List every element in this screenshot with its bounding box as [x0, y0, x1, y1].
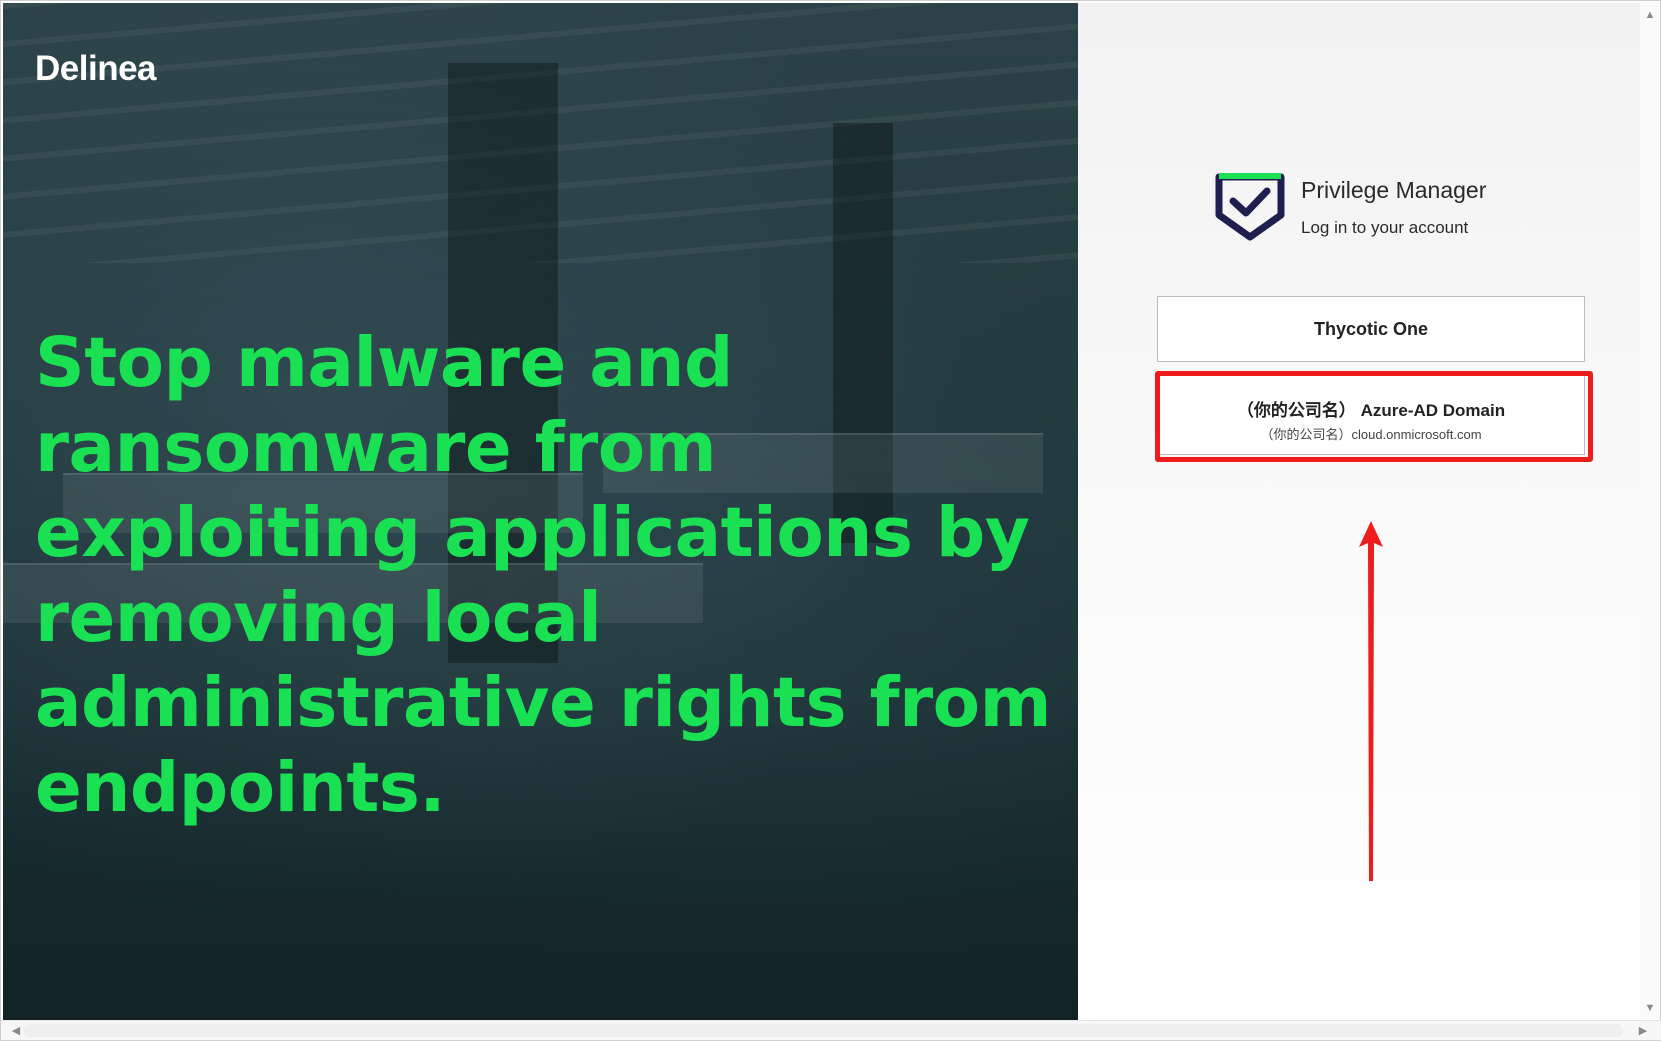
- provider-label: （你的公司名） Azure-AD Domain: [1236, 401, 1506, 420]
- shield-check-icon: [1215, 173, 1285, 241]
- scroll-left-icon[interactable]: ◀: [9, 1024, 23, 1038]
- vertical-scrollbar[interactable]: ▲ ▼: [1640, 1, 1660, 1022]
- provider-domain: （你的公司名）cloud.onmicrosoft.com: [1260, 427, 1482, 442]
- horizontal-scrollbar[interactable]: ◀ ▶: [1, 1020, 1661, 1040]
- scrollbar-thumb[interactable]: [23, 1024, 1623, 1037]
- product-subtitle: Log in to your account: [1301, 218, 1469, 237]
- scroll-up-icon[interactable]: ▲: [1644, 9, 1656, 21]
- hero-panel: Delinea Stop malware and ransomware from…: [3, 3, 1078, 1022]
- provider-label: Thycotic One: [1313, 319, 1429, 339]
- scroll-right-icon[interactable]: ▶: [1636, 1024, 1650, 1038]
- scroll-down-icon[interactable]: ▼: [1644, 1002, 1656, 1014]
- thycotic-one-login-button[interactable]: Thycotic One: [1157, 296, 1585, 362]
- hero-headline: Stop malware and ransomware from exploit…: [35, 323, 1051, 828]
- product-title: Privilege Manager: [1301, 177, 1487, 203]
- delinea-logo: Delinea: [35, 49, 157, 88]
- annotation-arrow-icon: [1359, 521, 1383, 881]
- browser-viewport: Delinea Stop malware and ransomware from…: [0, 0, 1661, 1041]
- azure-ad-login-button[interactable]: （你的公司名） Azure-AD Domain （你的公司名）cloud.onm…: [1157, 375, 1585, 455]
